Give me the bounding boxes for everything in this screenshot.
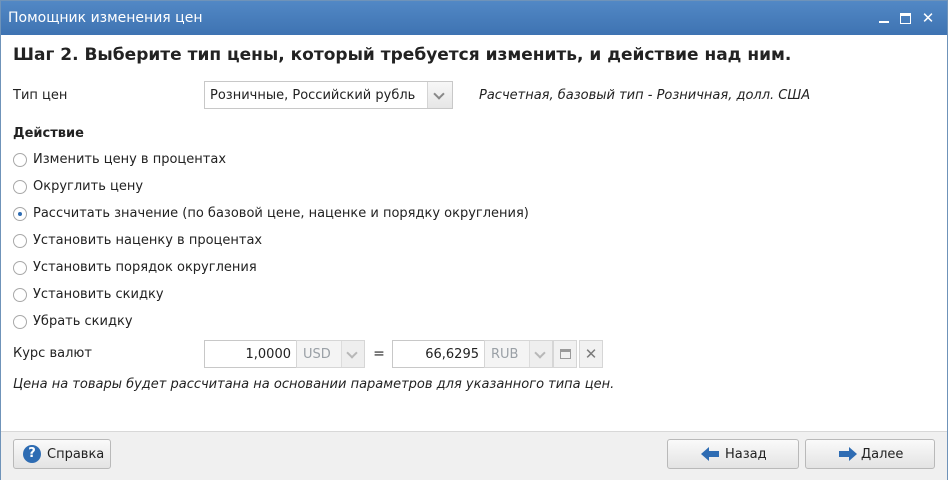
radio-label: Установить наценку в процентах xyxy=(33,233,263,248)
radio-button[interactable] xyxy=(13,234,27,248)
step-heading: Шаг 2. Выберите тип цены, который требуе… xyxy=(13,45,792,65)
clear-icon[interactable]: ✕ xyxy=(579,340,603,368)
equals-sign: = xyxy=(373,346,385,362)
window-title: Помощник изменения цен xyxy=(8,10,203,26)
help-button[interactable]: ? Справка xyxy=(13,439,111,469)
wizard-window: Помощник изменения цен ✕ Шаг 2. Выберите… xyxy=(0,0,948,480)
price-type-label: Тип цен xyxy=(13,88,68,103)
title-bar[interactable]: Помощник изменения цен ✕ xyxy=(1,1,947,35)
radio-button[interactable] xyxy=(13,315,27,329)
rate-to-input[interactable]: 66,6295 xyxy=(392,340,485,368)
radio-button-checked[interactable] xyxy=(13,207,27,221)
price-type-select[interactable]: Розничные, Российский рубль xyxy=(204,81,453,109)
radio-label: Установить порядок округления xyxy=(33,260,257,275)
close-icon[interactable]: ✕ xyxy=(921,11,935,26)
arrow-right-icon xyxy=(839,447,857,461)
from-currency-value: USD xyxy=(303,347,331,362)
price-type-value: Розничные, Российский рубль xyxy=(210,88,416,103)
note-text: Цена на товары будет рассчитана на основ… xyxy=(13,377,615,392)
to-currency-select[interactable]: RUB xyxy=(484,340,553,368)
next-button[interactable]: Далее xyxy=(805,439,935,469)
radio-label: Изменить цену в процентах xyxy=(33,152,227,167)
rate-from-input[interactable]: 1,0000 xyxy=(204,340,297,368)
radio-button[interactable] xyxy=(13,288,27,302)
calendar-icon[interactable] xyxy=(553,340,577,368)
action-title: Действие xyxy=(13,126,84,141)
arrow-left-icon xyxy=(701,447,719,461)
price-type-info: Расчетная, базовый тип - Розничная, долл… xyxy=(479,88,811,103)
help-icon: ? xyxy=(23,445,41,463)
chevron-down-icon[interactable] xyxy=(427,82,452,108)
radio-label: Убрать скидку xyxy=(33,314,133,329)
to-currency-value: RUB xyxy=(491,347,519,362)
back-button[interactable]: Назад xyxy=(667,439,799,469)
rate-to-value: 66,6295 xyxy=(425,347,479,362)
maximize-icon[interactable] xyxy=(899,11,913,25)
rate-label: Курс валют xyxy=(13,346,92,361)
radio-button[interactable] xyxy=(13,180,27,194)
chevron-down-icon[interactable] xyxy=(341,341,364,367)
minimize-icon[interactable] xyxy=(877,11,891,25)
rate-from-value: 1,0000 xyxy=(245,347,292,362)
radio-label: Рассчитать значение (по базовой цене, на… xyxy=(33,206,529,221)
radio-button[interactable] xyxy=(13,153,27,167)
chevron-down-icon[interactable] xyxy=(529,341,552,367)
next-button-label: Далее xyxy=(861,447,904,462)
help-button-label: Справка xyxy=(47,447,105,462)
from-currency-select[interactable]: USD xyxy=(296,340,365,368)
radio-label: Установить скидку xyxy=(33,287,164,302)
radio-label: Округлить цену xyxy=(33,179,144,194)
back-button-label: Назад xyxy=(725,447,767,462)
radio-button[interactable] xyxy=(13,261,27,275)
